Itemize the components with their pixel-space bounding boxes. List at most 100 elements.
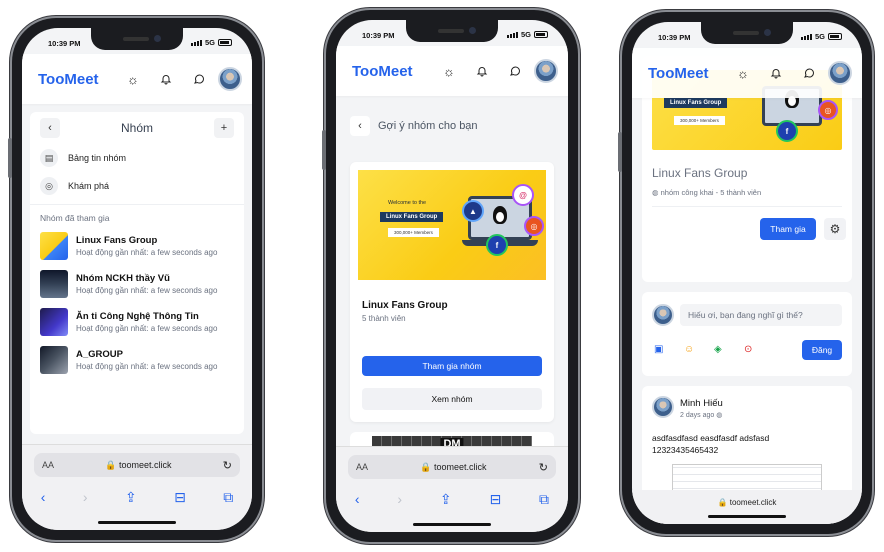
group-list-item[interactable]: Ăn ti Công Nghệ Thông Tin Hoạt động gần n… <box>30 303 244 341</box>
forward-arrow-icon[interactable]: › <box>397 491 402 508</box>
theme-toggle-icon[interactable]: ☼ <box>438 60 460 82</box>
forward-arrow-icon[interactable]: › <box>83 489 88 506</box>
address-bar[interactable]: AA 🔒 toomeet.click ↻ <box>34 453 240 477</box>
status-time: 10:39 PM <box>48 39 81 48</box>
chat-bubble-icon[interactable] <box>188 68 210 90</box>
add-group-button[interactable]: + <box>214 118 234 138</box>
browser-url-bar[interactable]: 🔒 toomeet.click <box>632 490 862 524</box>
notification-bell-icon[interactable] <box>155 68 177 90</box>
group-meta: ◍ nhóm công khai - 5 thành viên <box>652 188 761 197</box>
tux-logo-icon <box>493 206 507 224</box>
reload-icon[interactable]: ↻ <box>223 459 232 472</box>
reader-mode-button[interactable]: AA <box>42 460 54 470</box>
theme-toggle-icon[interactable]: ☼ <box>732 62 754 84</box>
lock-icon: 🔒 <box>420 461 432 472</box>
post-input[interactable]: Hiếu ơi, bạn đang nghĩ gì thế? <box>680 304 842 326</box>
reader-mode-button[interactable]: AA <box>356 462 368 472</box>
post-author-avatar[interactable] <box>652 396 674 418</box>
join-group-button[interactable]: Tham gia <box>760 218 816 240</box>
debian-logo-icon: @ <box>512 184 534 206</box>
image-upload-icon[interactable]: ▣ <box>654 344 663 355</box>
group-thumbnail <box>40 270 68 298</box>
network-label: 5G <box>814 32 825 41</box>
back-arrow-icon[interactable]: ‹ <box>41 489 46 506</box>
menu-item-discover[interactable]: ◎ Khám phá <box>30 172 244 200</box>
reload-icon[interactable]: ↻ <box>539 461 548 474</box>
notch <box>701 22 793 44</box>
user-avatar[interactable] <box>218 67 242 91</box>
banner-group-tag: Linux Fans Group <box>664 98 728 108</box>
group-thumbnail <box>40 346 68 374</box>
menu-item-label: Khám phá <box>68 181 110 191</box>
home-indicator <box>708 515 786 518</box>
globe-icon: ◍ <box>652 188 659 197</box>
address-bar[interactable]: AA 🔒 toomeet.click ↻ <box>348 455 556 479</box>
banner-members: 300,000+ Members <box>674 116 725 125</box>
app-logo[interactable]: TooMeet <box>648 65 721 82</box>
status-signal: 5G <box>506 30 548 39</box>
group-members: 5 thành viên <box>362 314 406 323</box>
view-group-button[interactable]: Xem nhóm <box>362 388 542 410</box>
group-list-item[interactable]: Linux Fans Group Hoạt động gần nhất: a fe… <box>30 227 244 265</box>
url-text: 🔒 toomeet.click <box>54 460 223 471</box>
bookmarks-icon[interactable]: ⊟ <box>489 491 501 508</box>
chat-bubble-icon[interactable] <box>798 62 820 84</box>
browser-nav: ‹ › ⇪ ⊟ ⧉ <box>22 489 252 506</box>
app-logo[interactable]: TooMeet <box>38 71 111 88</box>
group-banner: Welcome to the Linux Fans Group 300,000+… <box>358 170 546 280</box>
signal-icon <box>506 31 518 38</box>
group-list-item[interactable]: A_GROUP Hoạt động gần nhất: a few seconds… <box>30 341 244 379</box>
post-author-name[interactable]: Minh Hiếu <box>680 398 723 409</box>
phone-group-detail: 10:39 PM 5G Linux Fans Group 300,000+ Me… <box>618 12 872 534</box>
newsfeed-icon: ▤ <box>40 149 58 167</box>
share-icon[interactable]: ⇪ <box>440 491 452 508</box>
joined-groups-heading: Nhóm đã tham gia <box>30 204 244 227</box>
group-name: Linux Fans Group <box>76 235 158 246</box>
tabs-icon[interactable]: ⧉ <box>223 489 233 506</box>
status-time: 10:39 PM <box>658 33 691 42</box>
lock-icon: 🔒 <box>717 498 728 507</box>
join-group-button[interactable]: Tham gia nhóm <box>362 356 542 376</box>
group-list-item[interactable]: Nhóm NCKH thầy Vũ Hoạt động gần nhất: a f… <box>30 265 244 303</box>
emoji-icon[interactable]: ☺ <box>684 344 694 355</box>
theme-toggle-icon[interactable]: ☼ <box>122 68 144 90</box>
menu-item-group-feed[interactable]: ▤ Bảng tin nhóm <box>30 144 244 172</box>
browser-nav: ‹ › ⇪ ⊟ ⧉ <box>336 491 568 508</box>
chat-bubble-icon[interactable] <box>504 60 526 82</box>
user-avatar[interactable] <box>534 59 558 83</box>
tag-icon[interactable]: ◈ <box>714 344 722 355</box>
gear-icon: ⚙ <box>829 222 841 236</box>
notification-bell-icon[interactable] <box>765 62 787 84</box>
post-submit-button[interactable]: Đăng <box>802 340 842 360</box>
banner-welcome-text: Welcome to the <box>388 200 427 206</box>
share-icon[interactable]: ⇪ <box>125 489 137 506</box>
browser-toolbar: AA 🔒 toomeet.click ↻ ‹ › ⇪ ⊟ ⧉ <box>22 444 252 530</box>
app-header: TooMeet ☼ <box>336 46 568 96</box>
globe-icon: ◍ <box>716 412 723 419</box>
notification-bell-icon[interactable] <box>471 60 493 82</box>
home-indicator <box>98 521 176 524</box>
tabs-icon[interactable]: ⧉ <box>539 491 549 508</box>
suggested-header: ‹ Gợi ý nhóm cho bạn <box>350 116 554 136</box>
url-value: toomeet.click <box>119 459 172 470</box>
home-indicator <box>413 523 491 526</box>
back-arrow-icon[interactable]: ‹ <box>355 491 360 508</box>
plus-icon: + <box>220 122 228 134</box>
post-content: asdfasdfasd easdfasdf adsfasd 1232343546… <box>652 432 769 456</box>
post-time-text: 2 days ago <box>680 412 715 419</box>
phone-group-list: 10:39 PM 5G TooMeet ☼ ‹ Nhóm + ▤ Bảng ti… <box>8 18 262 540</box>
group-activity: Hoạt động gần nhất: a few seconds ago <box>76 286 218 295</box>
screen: 10:39 PM 5G TooMeet ☼ ‹ Nhóm + ▤ Bảng ti… <box>22 28 252 530</box>
group-settings-button[interactable]: ⚙ <box>824 218 846 240</box>
back-button[interactable]: ‹ <box>40 118 60 138</box>
location-pin-icon[interactable]: ⊙ <box>744 344 752 355</box>
bookmarks-icon[interactable]: ⊟ <box>174 489 186 506</box>
user-avatar[interactable] <box>828 61 852 85</box>
notch <box>406 20 498 42</box>
back-button[interactable]: ‹ <box>350 116 370 136</box>
app-logo[interactable]: TooMeet <box>352 63 427 80</box>
status-signal: 5G <box>190 38 232 47</box>
group-name: Ăn ti Công Nghệ Thông Tin <box>76 311 199 322</box>
network-label: 5G <box>520 30 531 39</box>
url-text: 🔒 toomeet.click <box>368 462 539 473</box>
